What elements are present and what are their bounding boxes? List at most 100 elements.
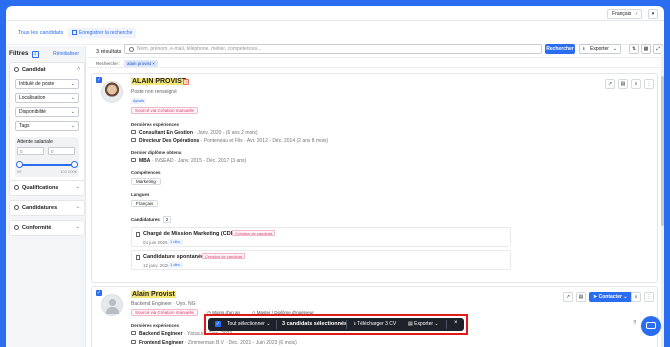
job-title-select[interactable]: Intitulé de poste ⌄ bbox=[15, 79, 79, 89]
application-date: 04 juin 2025 bbox=[143, 240, 168, 245]
briefcase-icon bbox=[131, 331, 136, 335]
briefcase-icon bbox=[131, 138, 136, 142]
compliance-section[interactable]: Conformité ⌄ bbox=[9, 220, 85, 236]
export-button[interactable]: ⭳ Exporter ⌄ bbox=[579, 44, 621, 54]
degree-label: Dernier diplôme obtenu bbox=[131, 150, 182, 155]
graduation-icon bbox=[14, 185, 19, 190]
reset-filters-link[interactable]: Réinitialiser bbox=[53, 51, 79, 57]
open-icon[interactable]: ↗ bbox=[605, 79, 615, 89]
download-cv-button[interactable]: ⭳ Télécharger 3 CV bbox=[354, 321, 396, 329]
user-icon bbox=[14, 67, 19, 72]
candidate-section-title[interactable]: Candidat bbox=[14, 67, 46, 73]
chevron-up-icon[interactable]: ˄ bbox=[77, 66, 80, 72]
salary-min-input[interactable]: 0 bbox=[17, 147, 44, 155]
bulk-export-button[interactable]: ▤ Exporter ⌄ bbox=[408, 321, 439, 327]
grid-view-icon[interactable]: ▦ bbox=[641, 44, 651, 54]
skill-tag: Marketing bbox=[131, 178, 161, 185]
applications-section[interactable]: Candidatures ⌄ bbox=[9, 200, 85, 216]
candidate-name-text: ALAIN PROVIST bbox=[131, 78, 188, 85]
candidate-subtitle: Backend Engineer · Uyo, NG bbox=[131, 301, 196, 307]
search-icon bbox=[129, 47, 134, 52]
experience-title: Frontend Engineer bbox=[139, 340, 184, 346]
applications-title: Candidatures bbox=[14, 205, 57, 211]
download-icon[interactable]: ⭳ bbox=[631, 79, 641, 89]
document-icon[interactable]: ▤ bbox=[618, 79, 628, 89]
download-icon[interactable]: ⭳ bbox=[631, 292, 641, 302]
open-icon[interactable]: ↗ bbox=[563, 292, 573, 302]
more-icon[interactable]: ⋮ bbox=[644, 79, 654, 89]
contact-button[interactable]: ➤ Contacter ⌄ bbox=[589, 292, 632, 302]
chevron-down-icon: ⌄ bbox=[70, 109, 75, 115]
chevron-down-icon: ⌄ bbox=[70, 123, 75, 129]
scrollbar-thumb[interactable] bbox=[661, 76, 664, 226]
salary-slider-track[interactable] bbox=[19, 164, 75, 166]
location-select[interactable]: Localisation ⌄ bbox=[15, 93, 79, 103]
salary-min-handle[interactable] bbox=[16, 161, 23, 168]
applications-label: Candidatures bbox=[22, 205, 58, 211]
degree-row: MBA · INSEAD · Janv. 2015 - Déc. 2017 (3… bbox=[131, 158, 246, 164]
experience-label: Dernières expériences bbox=[131, 122, 180, 127]
tags-select[interactable]: Tags ⌄ bbox=[15, 121, 79, 131]
select-all-dropdown[interactable]: Tout sélectionner ⌄ bbox=[227, 321, 270, 327]
application-item[interactable]: Chargé de Mission Marketing (CDD) Créati… bbox=[131, 227, 511, 247]
drag-handle-icon[interactable]: ⠿ bbox=[633, 321, 639, 328]
experience-detail: · Zimmerman B.V · Déc. 2021 - Juin 2023 … bbox=[184, 340, 297, 346]
avatar bbox=[101, 294, 123, 316]
application-title: Candidature spontanée bbox=[143, 254, 205, 260]
close-icon[interactable]: × bbox=[454, 320, 458, 326]
experience-detail: · Janv. 2020 - (6 ans 2 mois) bbox=[194, 130, 258, 136]
scrollbar[interactable] bbox=[661, 46, 664, 347]
application-item[interactable]: Candidature spontanée Création de candid… bbox=[131, 250, 511, 270]
availability-select[interactable]: Disponibilité ⌄ bbox=[15, 107, 79, 117]
applications-heading: Candidatures 2 bbox=[131, 216, 172, 223]
select-all-checkbox[interactable]: ✓ bbox=[215, 321, 221, 327]
experience-title: Directeur Des Opérations bbox=[139, 138, 200, 144]
sort-icon[interactable]: ⇅ bbox=[629, 44, 639, 54]
salary-max-handle[interactable] bbox=[71, 161, 78, 168]
source-badge: Sourcé via Création manuelle bbox=[131, 107, 199, 114]
chevron-down-icon: ⌄ bbox=[612, 46, 617, 52]
application-title: Chargé de Mission Marketing (CDD) bbox=[143, 231, 237, 237]
language-select[interactable]: Français › bbox=[607, 9, 642, 19]
active-filter-label: Recherche : bbox=[96, 61, 121, 66]
results-count: 3 résultats bbox=[96, 49, 122, 55]
salary-label: Attente salariale bbox=[17, 139, 53, 145]
top-bar: Français › ▾ bbox=[6, 6, 664, 21]
candidate-name[interactable]: Alain Provist bbox=[131, 291, 176, 298]
filters-title: Filtres 1 bbox=[9, 50, 39, 58]
chevron-down-icon[interactable]: ▾ bbox=[648, 9, 658, 19]
tab-all-candidates[interactable]: Tous les candidats bbox=[18, 30, 63, 36]
tags-select-label: Tags bbox=[19, 123, 30, 129]
chevron-right-icon: › bbox=[635, 11, 637, 17]
selection-count: 3 candidats sélectionnés bbox=[282, 321, 348, 327]
avatar-head bbox=[109, 299, 116, 306]
experience-detail: · Ponteneau et Fils · Avr. 2012 - Déc. 2… bbox=[200, 138, 329, 144]
salary-max-input[interactable]: 0 bbox=[48, 147, 75, 155]
more-icon[interactable]: ⋮ bbox=[644, 292, 654, 302]
search-input[interactable]: Nom, prénom, e-mail, téléphone, métier, … bbox=[124, 44, 542, 54]
degree-title: MBA bbox=[139, 158, 151, 164]
document-icon[interactable]: ▤ bbox=[576, 292, 586, 302]
chat-button[interactable] bbox=[641, 316, 661, 336]
search-button[interactable]: Rechercher bbox=[545, 44, 575, 54]
candidate-name[interactable]: ALAIN PROVIST bbox=[131, 78, 188, 85]
source-badge: Sourcé via Création manuelle bbox=[131, 309, 199, 316]
select-all-label: Tout sélectionner bbox=[227, 321, 265, 327]
compliance-label: Conformité bbox=[22, 225, 52, 231]
export-label: Exporter bbox=[590, 46, 609, 52]
candidate-checkbox[interactable]: ✓ bbox=[96, 290, 102, 296]
applications-count: 2 bbox=[162, 216, 172, 223]
skills-label: Compétences bbox=[131, 170, 161, 175]
filters-sidebar: Filtres 1 Réinitialiser Candidat ˄ Intitu… bbox=[6, 46, 86, 347]
application-status: Création de candidat bbox=[202, 253, 245, 259]
candidate-checkbox[interactable]: ✓ bbox=[96, 77, 102, 83]
chevron-down-icon: ⌄ bbox=[75, 204, 80, 210]
chat-bubble-icon bbox=[646, 322, 656, 329]
close-icon[interactable]: × bbox=[152, 61, 155, 66]
location-select-label: Localisation bbox=[19, 95, 46, 101]
graduation-icon bbox=[131, 158, 136, 162]
qualifications-section[interactable]: Qualifications ⌄ bbox=[9, 180, 85, 196]
candidate-card[interactable]: ✓ ALAIN PROVIST ! Poste non renseigné Aj… bbox=[91, 73, 658, 283]
save-search-button[interactable]: Enregistrer la recherche bbox=[68, 28, 137, 38]
active-filter-chip[interactable]: alain provist × bbox=[124, 60, 158, 67]
